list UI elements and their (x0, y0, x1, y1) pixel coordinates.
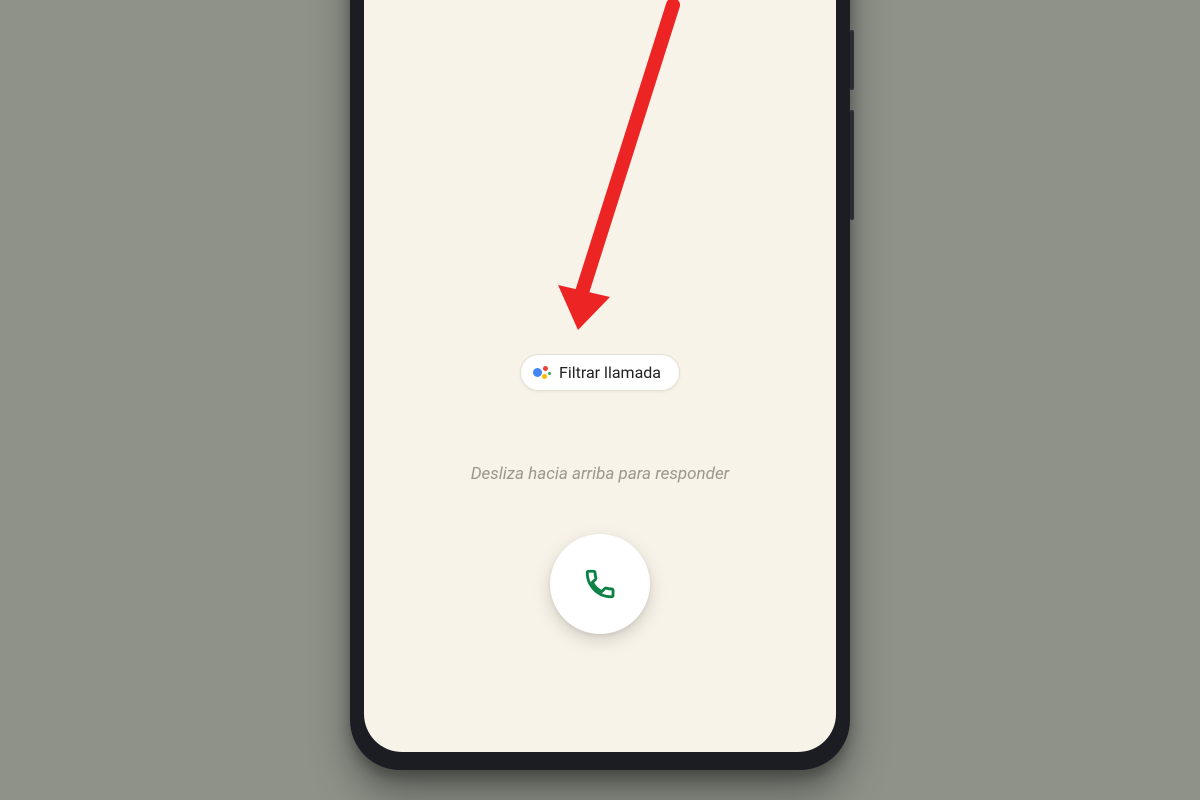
filter-call-label: Filtrar llamada (559, 363, 661, 382)
incoming-call-screen: Filtrar llamada Desliza hacia arriba par… (364, 0, 836, 752)
phone-screen: Filtrar llamada Desliza hacia arriba par… (364, 0, 836, 752)
phone-icon (583, 567, 617, 601)
phone-side-button (850, 30, 854, 90)
stage: Filtrar llamada Desliza hacia arriba par… (0, 0, 1200, 800)
answer-call-button[interactable] (550, 534, 650, 634)
google-assistant-icon (533, 364, 551, 382)
phone-frame: Filtrar llamada Desliza hacia arriba par… (350, 0, 850, 770)
swipe-up-hint: Desliza hacia arriba para responder (364, 464, 836, 484)
phone-side-button (850, 110, 854, 220)
filter-call-button[interactable]: Filtrar llamada (520, 354, 680, 391)
